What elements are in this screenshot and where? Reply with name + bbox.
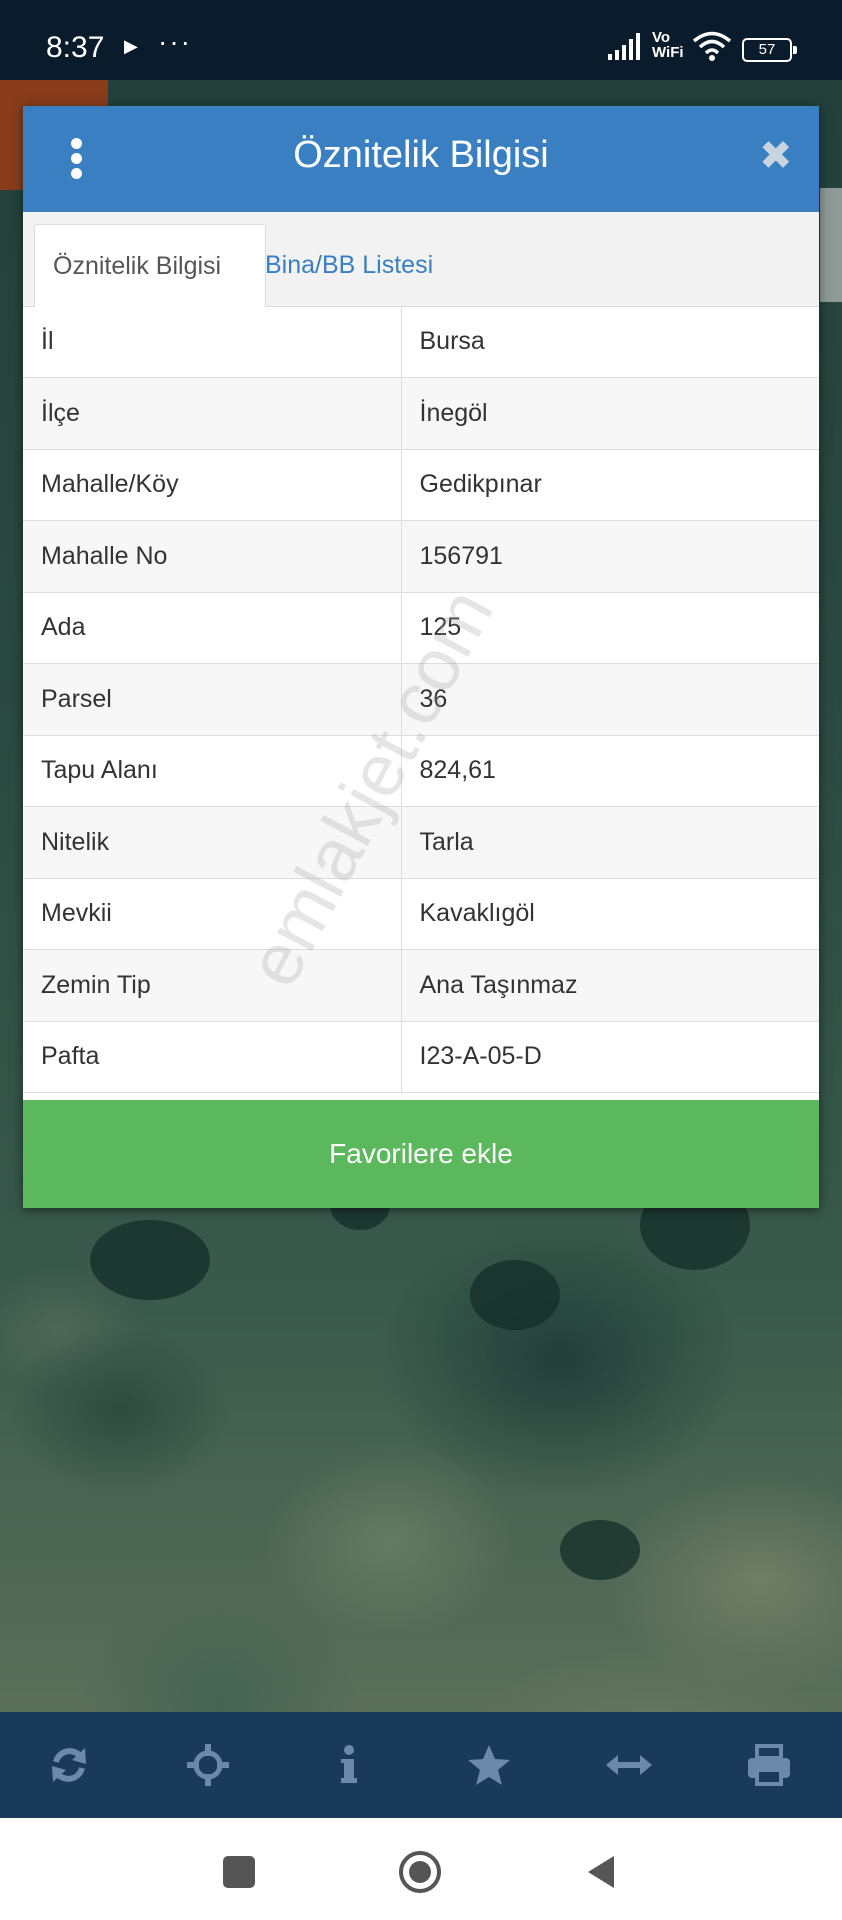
table-row: Mevkii Kavaklıgöl [23,878,819,950]
attribute-value: 36 [401,663,819,736]
attribute-key: Mahalle/Köy [23,449,402,521]
home-icon[interactable] [398,1850,442,1894]
attribute-value: Kavaklıgöl [401,878,819,950]
media-play-icon: ▶ [124,36,138,56]
battery-icon: 57 [742,38,797,62]
table-row: Mahalle/Köy Gedikpınar [23,449,819,521]
tab-building-list[interactable]: Bina/BB Listesi [247,224,451,306]
table-row: Ada 125 [23,592,819,664]
map-toolbar [0,1712,842,1818]
table-row: Pafta I23-A-05-D [23,1021,819,1093]
attribute-key: İl [23,306,402,378]
attribute-key: Tapu Alanı [23,735,402,807]
crosshair-icon[interactable] [183,1740,233,1790]
attribute-table: İl Bursa İlçe İnegöl Mahalle/Köy Gedikpınar… [23,306,819,1093]
attribute-key: Nitelik [23,806,402,879]
table-row: İlçe İnegöl [23,377,819,450]
table-row: Nitelik Tarla [23,806,819,879]
attribute-value: I23-A-05-D [401,1021,819,1093]
table-row: Tapu Alanı 824,61 [23,735,819,807]
tab-bar: Öznitelik Bilgisi Bina/BB Listesi [23,212,819,307]
status-bar: 8:37 ▶ ··· Vo WiFi 57 [0,0,842,80]
status-time: 8:37 [46,31,105,64]
table-row: Parsel 36 [23,663,819,736]
attribute-info-dialog: Öznitelik Bilgisi ✖ Öznitelik Bilgisi Bi… [23,106,819,1208]
star-icon[interactable] [464,1740,514,1790]
more-notifications-icon: ··· [158,26,192,57]
attribute-key: Pafta [23,1021,402,1093]
tree-cluster [560,1520,640,1580]
system-nav-bar [0,1818,842,1920]
vowifi-icon: Vo WiFi [652,29,684,61]
print-icon[interactable] [744,1740,794,1790]
close-icon[interactable]: ✖ [759,132,793,180]
attribute-value: 824,61 [401,735,819,807]
attribute-key: İlçe [23,377,402,450]
attribute-value: Gedikpınar [401,449,819,521]
back-icon[interactable] [580,1850,624,1894]
table-row: İl Bursa [23,306,819,378]
attribute-value: 125 [401,592,819,664]
tab-attribute-info[interactable]: Öznitelik Bilgisi [34,224,266,307]
dialog-title: Öznitelik Bilgisi [293,134,549,176]
attribute-key: Mahalle No [23,520,402,593]
dialog-header: Öznitelik Bilgisi ✖ [23,106,819,212]
attribute-value: İnegöl [401,377,819,450]
attribute-key: Parsel [23,663,402,736]
attribute-value: Bursa [401,306,819,378]
measure-icon[interactable] [604,1740,654,1790]
attribute-key: Mevkii [23,878,402,950]
tree-cluster [470,1260,560,1330]
refresh-icon[interactable] [44,1740,94,1790]
recents-icon[interactable] [217,1850,261,1894]
attribute-value: Tarla [401,806,819,879]
attribute-key: Ada [23,592,402,664]
add-to-favorites-button[interactable]: Favorilere ekle [23,1100,819,1208]
info-icon[interactable] [324,1740,374,1790]
map-scroll-indicator[interactable] [820,188,842,302]
attribute-value: Ana Taşınmaz [401,949,819,1022]
wifi-icon [692,31,732,61]
signal-icon [608,33,640,60]
attribute-key: Zemin Tip [23,949,402,1022]
table-row: Zemin Tip Ana Taşınmaz [23,949,819,1022]
table-row: Mahalle No 156791 [23,520,819,593]
attribute-value: 156791 [401,520,819,593]
tree-cluster [90,1220,210,1300]
